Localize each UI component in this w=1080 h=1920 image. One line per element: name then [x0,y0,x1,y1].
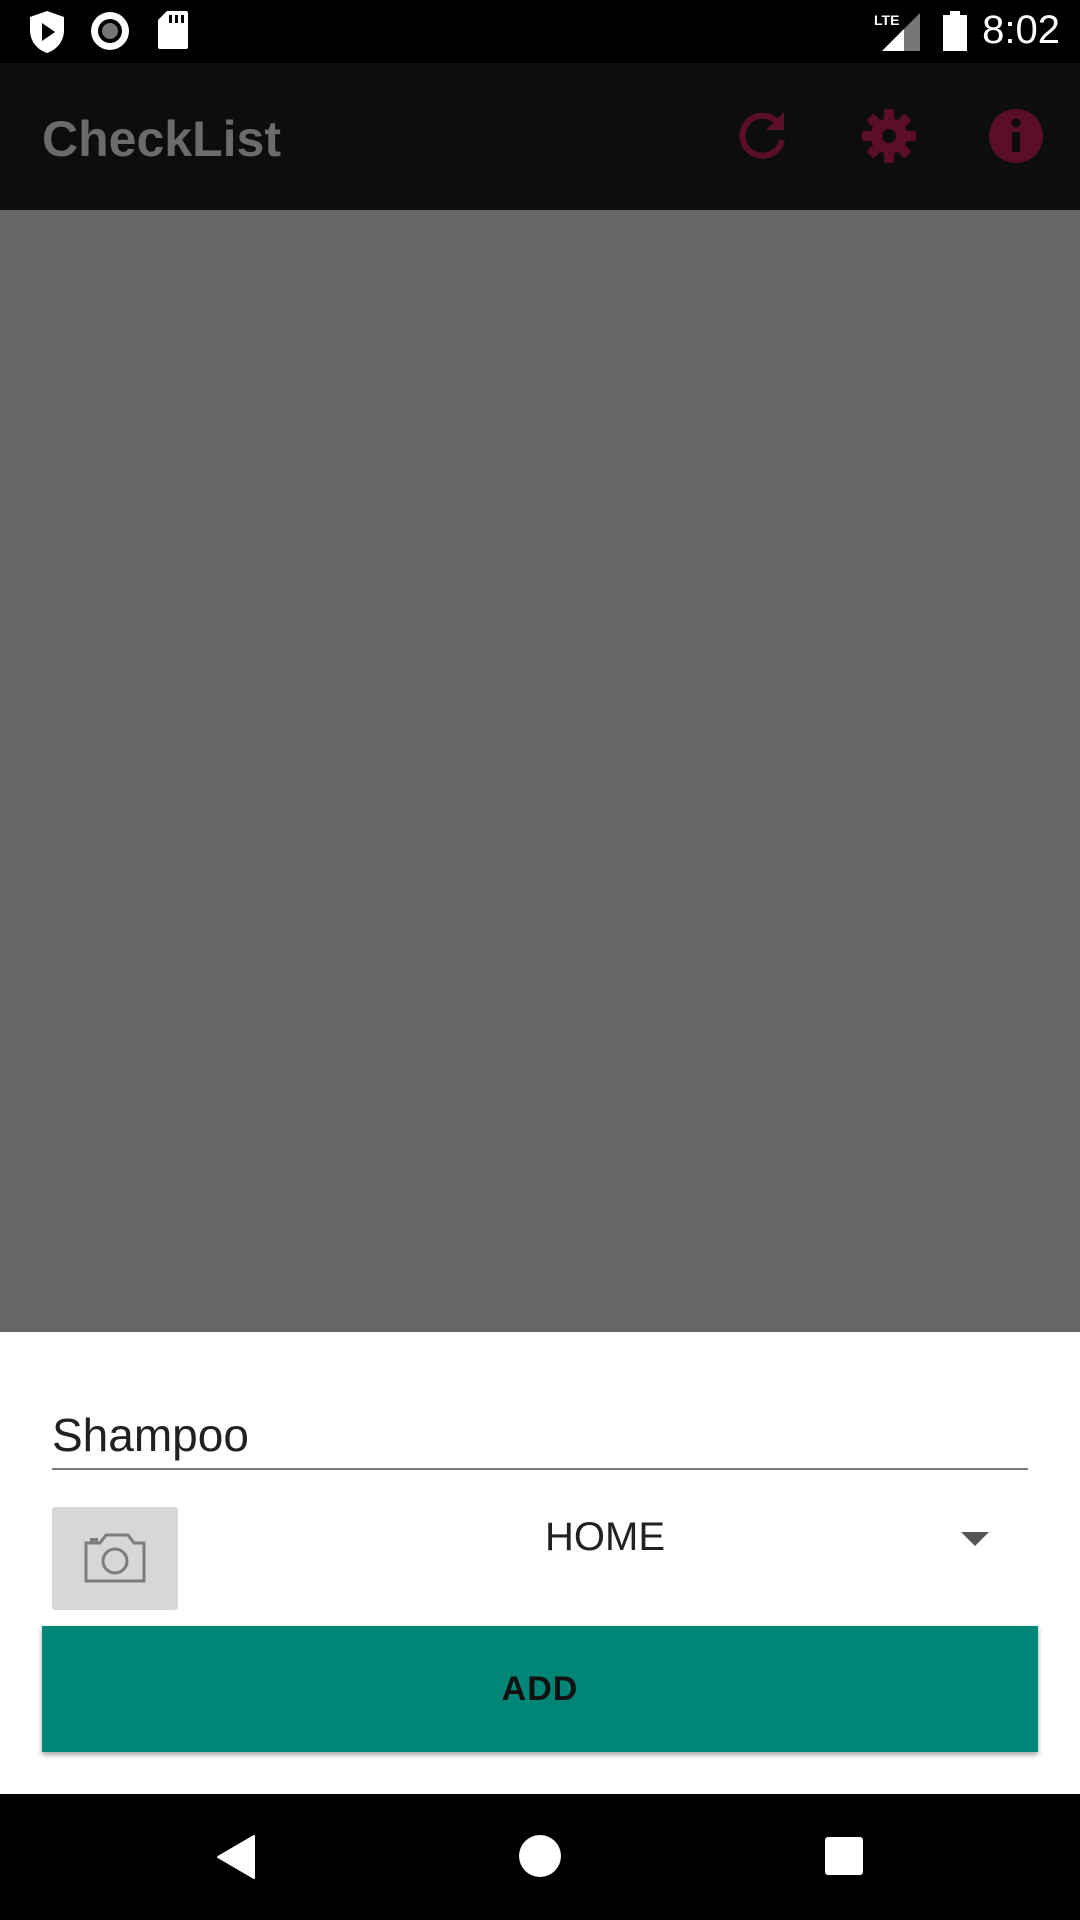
camera-button[interactable] [52,1507,178,1610]
category-selected-value: HOME [545,1515,665,1559]
sd-card-icon [157,10,189,55]
category-dropdown[interactable]: HOME [230,1507,1010,1577]
status-bar: LTE 8:02 [0,0,1080,63]
navigation-bar [0,1794,1080,1920]
status-time: 8:02 [982,8,1060,52]
signal-icon: LTE [874,12,922,57]
app-bar: CheckList [0,63,1080,210]
add-button[interactable]: ADD [42,1626,1038,1752]
home-icon[interactable] [518,1834,562,1883]
record-icon [89,10,131,57]
screen: LTE 8:02 CheckList Shampoo HOME ADD [0,0,1080,1920]
dropdown-arrow-icon [961,1532,989,1546]
network-label: LTE [874,12,899,28]
recents-icon[interactable] [824,1836,864,1881]
app-title: CheckList [42,111,281,167]
back-icon[interactable] [216,1834,256,1885]
shield-play-icon [28,10,66,59]
battery-icon [942,11,968,56]
add-item-sheet: HOME ADD [0,1332,1080,1794]
camera-icon [84,1533,146,1583]
info-icon[interactable] [986,106,1046,166]
refresh-icon[interactable] [733,106,793,166]
item-name-input[interactable] [52,1402,1028,1470]
settings-gear-icon[interactable] [859,106,919,166]
dim-overlay[interactable] [0,210,1080,1332]
